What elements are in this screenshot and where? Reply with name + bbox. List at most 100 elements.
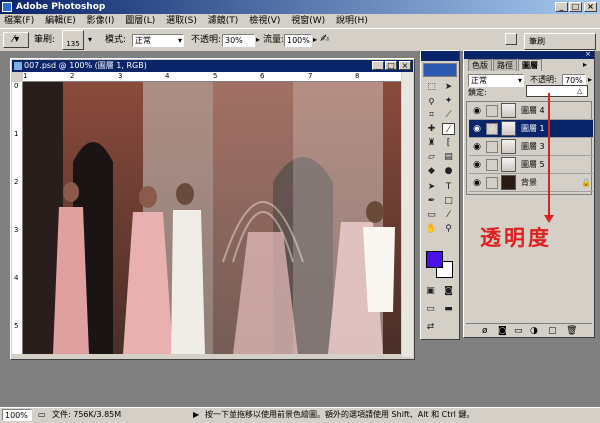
slice-tool-icon[interactable]: ⟋	[442, 109, 455, 121]
tab-layers[interactable]: 圖層	[518, 59, 542, 71]
brush-label: 筆刷:	[34, 35, 56, 45]
move-tool-icon[interactable]: ➤	[442, 81, 455, 93]
opacity-label: 不透明:	[191, 35, 222, 45]
link-icon[interactable]	[486, 159, 498, 171]
crop-tool-icon[interactable]: ⌗	[425, 109, 438, 121]
lasso-tool-icon[interactable]: ϙ	[425, 95, 438, 107]
image-canvas[interactable]	[23, 82, 401, 354]
link-icon[interactable]	[486, 105, 498, 117]
eye-icon[interactable]: ◉	[471, 124, 483, 134]
palette-menu-icon[interactable]: ▸	[583, 60, 587, 69]
brush-picker[interactable]: 135	[62, 30, 84, 50]
layer-row[interactable]: ◉ 圖層 3	[469, 138, 593, 156]
link-icon[interactable]	[486, 177, 498, 189]
doc-close-icon[interactable]: ×	[399, 61, 411, 70]
minimize-icon[interactable]: _	[555, 2, 568, 12]
brush-tool-preset-icon[interactable]: ⁄▾	[3, 32, 29, 48]
marquee-tool-icon[interactable]: ⬚	[425, 81, 438, 93]
menu-edit[interactable]: 編輯(E)	[41, 14, 80, 28]
pen-tool-icon[interactable]: ✒	[425, 195, 438, 207]
screen-mode-full-icon[interactable]: ▬	[442, 303, 455, 315]
layer-row[interactable]: ◉ 圖層 5	[469, 156, 593, 174]
eraser-tool-icon[interactable]: ▱	[425, 151, 438, 163]
mode-select[interactable]: 正常 ▾	[132, 34, 184, 47]
link-icon[interactable]	[486, 141, 498, 153]
layer-name: 圖層 4	[521, 106, 545, 115]
new-layer-icon[interactable]: ▢	[548, 324, 557, 338]
path-selection-icon[interactable]: ➤	[425, 181, 438, 193]
brushes-palette-well[interactable]: 筆刷	[524, 33, 596, 50]
healing-brush-icon[interactable]: ✚	[425, 123, 438, 135]
slider-thumb-icon[interactable]: △	[577, 87, 582, 95]
trash-icon[interactable]: 🗑	[566, 324, 577, 338]
menu-layer[interactable]: 圖層(L)	[121, 14, 159, 28]
layers-list: ◉ 圖層 4 ◉ ⁄ 圖層 1 ◉ 圖層 3 ◉ 圖層 5 ◉ 背景 🔒	[466, 101, 593, 195]
doc-minimize-icon[interactable]: _	[372, 61, 384, 70]
type-tool-icon[interactable]: T	[442, 181, 455, 193]
jump-to-imageready-icon[interactable]: ⇄	[424, 321, 437, 333]
eyedropper-tool-icon[interactable]: ⁄	[442, 209, 455, 221]
layer-row[interactable]: ◉ 圖層 4	[469, 102, 593, 120]
opacity-dropdown-icon[interactable]: ▸	[256, 34, 260, 46]
brush-tool-icon[interactable]: ⁄	[442, 123, 455, 135]
app-title: Adobe Photoshop	[16, 2, 106, 12]
layer-row-selected[interactable]: ◉ ⁄ 圖層 1	[469, 120, 593, 138]
layer-name: 圖層 3	[521, 142, 545, 151]
new-set-icon[interactable]: ▭	[514, 324, 523, 338]
status-options-icon[interactable]: ▭	[38, 408, 46, 422]
menu-view[interactable]: 檢視(V)	[245, 14, 284, 28]
mask-icon[interactable]: ◙	[498, 324, 507, 338]
opacity-field[interactable]: 30%	[222, 34, 255, 47]
eye-icon[interactable]: ◉	[471, 106, 483, 116]
gradient-tool-icon[interactable]: ▤	[442, 151, 455, 163]
maximize-icon[interactable]: □	[569, 2, 582, 12]
layer-thumbnail	[501, 121, 516, 136]
doc-maximize-icon[interactable]: □	[385, 61, 397, 70]
flow-dropdown-icon[interactable]: ▸	[313, 34, 317, 46]
dodge-tool-icon[interactable]: ●	[442, 165, 455, 177]
brushes-tab[interactable]: 筆刷	[529, 37, 545, 46]
close-icon[interactable]: ×	[584, 2, 597, 12]
layer-row[interactable]: ◉ 背景 🔒	[469, 174, 593, 192]
adjustment-layer-icon[interactable]: ◑	[530, 324, 538, 338]
layer-opacity-arrow-icon[interactable]: ▸	[588, 74, 592, 86]
menu-file[interactable]: 檔案(F)	[0, 14, 38, 28]
hand-tool-icon[interactable]: ✋	[425, 223, 438, 235]
ruler-v-label: 1	[14, 130, 19, 138]
menu-select[interactable]: 選取(S)	[162, 14, 201, 28]
blend-mode-select[interactable]: 正常 ▾	[468, 74, 524, 87]
opacity-slider-popup[interactable]: △	[526, 85, 588, 97]
eye-icon[interactable]: ◉	[471, 178, 483, 188]
quick-mask-icon[interactable]: ◙	[442, 285, 455, 297]
file-browser-icon[interactable]	[505, 33, 517, 45]
history-brush-icon[interactable]: ⁅	[442, 137, 455, 149]
screen-mode-standard-icon[interactable]: ▭	[424, 303, 437, 315]
airbrush-icon[interactable]: ✍	[320, 33, 329, 45]
zoom-field[interactable]: 100%	[2, 409, 32, 421]
clone-stamp-icon[interactable]: ♜	[425, 137, 438, 149]
menu-filter[interactable]: 濾鏡(T)	[204, 14, 243, 28]
eye-icon[interactable]: ◉	[471, 160, 483, 170]
standard-mode-icon[interactable]: ▣	[424, 285, 437, 297]
foreground-color-swatch[interactable]	[426, 251, 443, 268]
palette-close-icon[interactable]: ×	[585, 50, 591, 58]
tab-paths[interactable]: 路徑	[493, 59, 517, 71]
document-vertical-scrollbar[interactable]	[402, 72, 413, 357]
notes-tool-icon[interactable]: ▭	[425, 209, 438, 221]
brush-dropdown-icon[interactable]: ▾	[88, 34, 92, 46]
menu-window[interactable]: 視窗(W)	[287, 14, 329, 28]
zoom-tool-icon[interactable]: ⚲	[442, 223, 455, 235]
shape-tool-icon[interactable]: □	[442, 195, 455, 207]
layer-style-icon[interactable]: ø	[482, 324, 488, 338]
menu-image[interactable]: 影像(I)	[83, 14, 119, 28]
paintbrush-icon[interactable]: ⁄	[486, 123, 498, 135]
magic-wand-tool-icon[interactable]: ✦	[442, 95, 455, 107]
tab-channels[interactable]: 色版	[468, 59, 492, 71]
flow-field[interactable]: 100%	[284, 34, 312, 47]
eye-icon[interactable]: ◉	[471, 142, 483, 152]
adobe-online-icon[interactable]	[423, 63, 457, 77]
toolbox: ⬚ ➤ ϙ ✦ ⌗ ⟋ ✚ ⁄ ♜ ⁅ ▱ ▤ ◆ ● ➤ T ✒ □ ▭ ⁄ …	[420, 50, 460, 340]
menu-help[interactable]: 說明(H)	[332, 14, 372, 28]
blur-tool-icon[interactable]: ◆	[425, 165, 438, 177]
chevron-down-icon: ▾	[177, 36, 182, 45]
